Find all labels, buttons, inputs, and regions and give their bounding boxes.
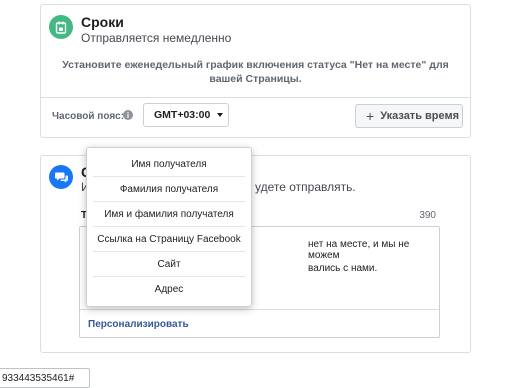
- menu-item-first-name[interactable]: Имя получателя: [93, 152, 245, 177]
- personalize-menu: Имя получателя Фамилия получателя Имя и …: [86, 147, 252, 307]
- message-subtitle-right: удете отправлять.: [255, 180, 356, 194]
- caret-down-icon: [217, 113, 224, 117]
- schedule-title: Сроки: [81, 14, 124, 30]
- plus-icon: +: [366, 108, 375, 124]
- chat-bubbles-icon: [49, 165, 73, 189]
- menu-item-address[interactable]: Адрес: [93, 277, 245, 302]
- message-line-1: нет на месте, и мы не можем: [308, 239, 410, 261]
- timezone-value: GMT+03:00: [154, 109, 211, 121]
- menu-item-website[interactable]: Сайт: [93, 252, 245, 277]
- schedule-card: Сроки Отправляется немедленно Установите…: [40, 4, 471, 138]
- schedule-subtitle: Отправляется немедленно: [81, 31, 232, 45]
- info-icon[interactable]: i: [123, 110, 133, 120]
- calendar-icon: [49, 15, 73, 39]
- bottom-text-field[interactable]: 933443535461#: [0, 368, 90, 388]
- message-line-2: вались с нами.: [308, 263, 378, 274]
- personalize-link[interactable]: Персонализировать: [88, 319, 189, 330]
- add-time-button[interactable]: + Указать время: [355, 104, 463, 128]
- menu-item-last-name[interactable]: Фамилия получателя: [93, 177, 245, 202]
- menu-item-full-name[interactable]: Имя и фамилия получателя: [93, 202, 245, 227]
- timezone-select[interactable]: GMT+03:00: [143, 103, 229, 127]
- timezone-label: Часовой пояс:: [52, 111, 125, 122]
- char-count: 390: [419, 210, 436, 221]
- schedule-info-text: Установите еженедельный график включения…: [62, 59, 449, 85]
- message-footer: Персонализировать: [80, 309, 439, 337]
- add-time-label: Указать время: [380, 110, 460, 122]
- divider: [41, 97, 470, 98]
- menu-item-page-link[interactable]: Ссылка на Страницу Facebook: [93, 227, 245, 252]
